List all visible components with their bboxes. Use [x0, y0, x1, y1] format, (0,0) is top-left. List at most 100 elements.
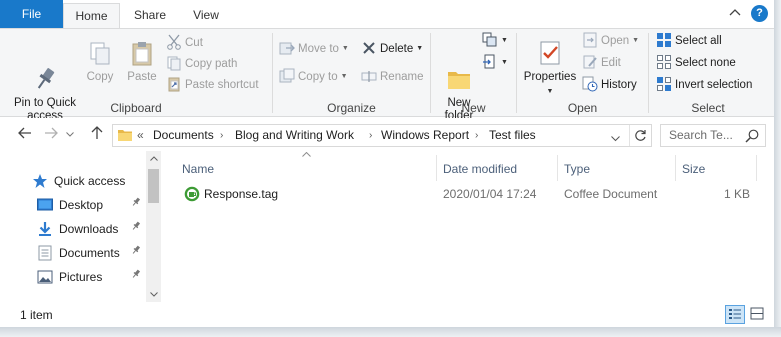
tab-view[interactable]: View: [180, 3, 232, 28]
sort-ascending-icon: [302, 150, 311, 159]
scroll-down-icon[interactable]: [146, 287, 161, 302]
recent-locations-button[interactable]: [64, 126, 76, 144]
tab-share[interactable]: Share: [122, 3, 178, 28]
dropdown-arrow-icon: ▼: [340, 73, 348, 80]
pin-icon: [131, 242, 141, 264]
column-header-name[interactable]: Name: [182, 157, 214, 181]
nav-item-label: Pictures: [59, 270, 103, 284]
file-row[interactable]: Response.tag 2020/01/04 17:24 Coffee Doc…: [176, 183, 761, 205]
up-button[interactable]: [88, 126, 106, 144]
nav-item-label: Quick access: [54, 174, 126, 188]
copy-button[interactable]: Copy: [84, 39, 116, 84]
properties-label: Properties: [523, 71, 577, 83]
address-bar[interactable]: « Documents › Blog and Writing Work › Wi…: [112, 124, 652, 147]
search-icon: [745, 129, 759, 146]
scrollbar-thumb[interactable]: [148, 169, 159, 203]
window-shadow: [774, 0, 781, 337]
refresh-button[interactable]: [629, 125, 651, 146]
breadcrumb-documents[interactable]: Documents: [153, 125, 214, 146]
help-icon[interactable]: ?: [751, 5, 768, 22]
copy-path-icon: [166, 55, 182, 71]
large-icons-view-icon: [750, 307, 764, 320]
pictures-icon: [37, 269, 53, 285]
open-group-label: Open: [567, 101, 598, 115]
address-dropdown-button[interactable]: [611, 131, 620, 145]
open-button[interactable]: Open ▼: [582, 31, 639, 51]
nav-item-downloads[interactable]: Downloads: [37, 218, 118, 240]
new-item-button[interactable]: ▼: [482, 31, 508, 51]
column-header-size[interactable]: Size: [682, 157, 705, 181]
easy-access-button[interactable]: ▼: [482, 53, 508, 73]
breadcrumb-overflow[interactable]: «: [137, 125, 144, 146]
nav-item-label: Downloads: [59, 222, 119, 236]
dropdown-arrow-icon: ▼: [501, 59, 508, 66]
history-label: History: [601, 79, 637, 91]
breadcrumb-blog-and-writing-work[interactable]: Blog and Writing Work: [235, 125, 354, 146]
chevron-up-icon[interactable]: [727, 5, 743, 21]
scroll-up-icon[interactable]: [146, 151, 161, 166]
column-divider[interactable]: [675, 155, 676, 181]
column-header-type[interactable]: Type: [564, 157, 590, 181]
paste-shortcut-icon: [166, 76, 182, 92]
nav-scrollbar[interactable]: [146, 151, 161, 302]
file-explorer-window: File Home Share View ? Pin to Quick acce…: [0, 0, 774, 327]
properties-button[interactable]: Properties ▼: [520, 39, 580, 98]
up-arrow-icon: [91, 126, 103, 139]
select-all-button[interactable]: Select all: [656, 31, 722, 51]
chevron-down-icon: [66, 132, 74, 137]
back-button[interactable]: [16, 126, 34, 144]
breadcrumb-chevron-icon: ›: [475, 130, 479, 141]
invert-selection-label: Invert selection: [675, 79, 753, 91]
file-name: Response.tag: [204, 187, 279, 201]
organize-group: Move to ▼ Copy to ▼ Delete ▼ Rename Orga…: [273, 29, 430, 117]
new-group: New folder ▼ ▼ New: [431, 29, 516, 122]
select-none-button[interactable]: Select none: [656, 53, 736, 73]
breadcrumb-test-files[interactable]: Test files: [489, 125, 536, 146]
column-divider[interactable]: [557, 155, 558, 181]
rename-button[interactable]: Rename: [361, 67, 423, 87]
clipboard-group-label: Clipboard: [110, 101, 162, 115]
status-bar: 1 item: [0, 303, 774, 327]
details-view-button[interactable]: [725, 305, 745, 324]
copy-path-button[interactable]: Copy path: [166, 54, 237, 74]
invert-selection-button[interactable]: Invert selection: [656, 75, 752, 95]
nav-item-quick-access[interactable]: Quick access: [32, 170, 125, 192]
column-header-date-modified[interactable]: Date modified: [443, 157, 517, 181]
rename-icon: [361, 68, 377, 84]
nav-item-documents[interactable]: Documents: [37, 242, 120, 264]
edit-button[interactable]: Edit: [582, 53, 621, 73]
copy-to-button[interactable]: Copy to ▼: [279, 67, 348, 87]
dropdown-arrow-icon: ▼: [501, 37, 508, 44]
nav-item-desktop[interactable]: Desktop: [37, 194, 103, 216]
breadcrumb-chevron-icon: ›: [220, 130, 224, 141]
paste-shortcut-button[interactable]: Paste shortcut: [166, 75, 259, 95]
breadcrumb-windows-report[interactable]: Windows Report: [381, 125, 469, 146]
history-button[interactable]: History: [582, 75, 637, 95]
edit-pencil-icon: [582, 54, 598, 70]
copy-icon: [86, 39, 114, 67]
search-placeholder: Search Te...: [669, 128, 733, 142]
tab-home[interactable]: Home: [63, 3, 120, 29]
move-to-button[interactable]: Move to ▼: [279, 39, 349, 59]
cut-button[interactable]: Cut: [166, 33, 203, 53]
properties-check-icon: [536, 39, 564, 67]
tab-file[interactable]: File: [0, 0, 63, 28]
paste-button[interactable]: Paste: [124, 39, 160, 84]
search-input[interactable]: Search Te...: [660, 124, 766, 147]
delete-button[interactable]: Delete ▼: [361, 39, 423, 59]
chevron-down-icon: [611, 136, 620, 142]
pin-icon: [131, 266, 141, 288]
column-divider[interactable]: [436, 155, 437, 181]
copy-to-label: Copy to: [298, 71, 338, 84]
open-icon: [582, 32, 598, 48]
copy-to-icon: [279, 68, 295, 84]
easy-access-icon: [482, 54, 498, 70]
file-type: Coffee Document: [564, 187, 658, 201]
nav-item-pictures[interactable]: Pictures: [37, 266, 102, 288]
pin-icon: [131, 194, 141, 216]
pin-icon: [131, 218, 141, 240]
forward-button[interactable]: [42, 126, 60, 144]
column-divider[interactable]: [756, 155, 757, 181]
large-icons-view-button[interactable]: [748, 305, 768, 324]
select-group-label: Select: [691, 101, 725, 115]
